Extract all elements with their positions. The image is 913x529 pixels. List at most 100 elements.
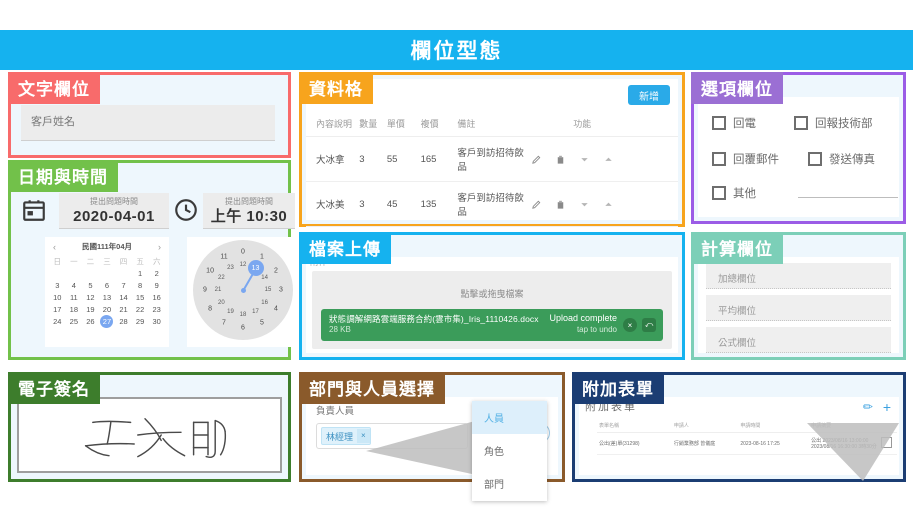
sum-field[interactable]: 加總欄位 [706, 263, 891, 289]
table-row[interactable]: 大冰拿 3 55 165 客戶到訪招待飲品 [306, 136, 678, 182]
uploaded-file-item[interactable]: 狀態調解網路雲端服務合約(雲市集)_Iris_1110426.docx 28 K… [321, 309, 663, 341]
calendar-prev-button[interactable]: ‹ [53, 242, 56, 252]
date-input[interactable]: 提出問題時間 2020-04-01 [59, 193, 169, 229]
calendar-day[interactable]: 7 [115, 279, 132, 291]
calendar-day[interactable]: 1 [132, 267, 149, 279]
clock-hour-outer[interactable]: 0 [241, 249, 245, 256]
clock-face[interactable]: 0 1 2 3 4 5 6 7 8 9 10 11 12 13 14 15 16 17 18 19 20 21 22 23 [193, 240, 293, 340]
calendar-day[interactable]: 2 [148, 267, 165, 279]
menu-item-department[interactable]: 部門 [472, 467, 547, 500]
calendar-next-button[interactable]: › [158, 242, 161, 252]
calendar-day[interactable]: 10 [49, 291, 66, 303]
checkbox-row-send-fax[interactable]: 發送傳真 [808, 151, 875, 167]
calendar-day[interactable]: 12 [82, 291, 99, 303]
calendar-day-selected[interactable]: 27 [99, 315, 116, 328]
clock-hour-inner[interactable]: 15 [265, 287, 272, 293]
calendar-popup[interactable]: ‹ 民國111年04月 › 日一二三四五六 1 2 3 4 5 6 7 8 9 10 11 12 13 14… [45, 237, 169, 347]
calendar-day[interactable]: 6 [99, 279, 116, 291]
checkbox-row-callback[interactable]: 回電 [712, 115, 756, 131]
cell-actions[interactable] [529, 136, 636, 182]
clock-hour-inner[interactable]: 16 [261, 300, 268, 306]
clock-hour-outer[interactable]: 8 [208, 306, 212, 313]
calendar-day[interactable]: 21 [115, 303, 132, 315]
calendar-day[interactable]: 14 [115, 291, 132, 303]
selection-type-menu[interactable]: 人員 角色 部門 [472, 401, 547, 501]
clock-hour-outer[interactable]: 5 [260, 319, 264, 326]
remove-file-icon[interactable]: × [623, 318, 637, 332]
calendar-day[interactable]: 17 [49, 303, 66, 315]
clock-hour-inner[interactable]: 14 [261, 275, 268, 281]
formula-field[interactable]: 公式欄位 [706, 327, 891, 353]
menu-item-person[interactable]: 人員 [472, 401, 547, 434]
calendar-day[interactable]: 9 [148, 279, 165, 291]
row-action-icons[interactable] [531, 199, 633, 210]
move-down-icon [581, 202, 588, 206]
clock-popup[interactable]: 0 1 2 3 4 5 6 7 8 9 10 11 12 13 14 15 16 17 18 19 20 21 22 23 [187, 237, 299, 347]
calendar-day[interactable]: 30 [148, 315, 165, 328]
calendar-day[interactable]: 3 [49, 279, 66, 291]
checkbox-row-tech-report[interactable]: 回報技術部 [794, 115, 873, 131]
calendar-day[interactable]: 29 [132, 315, 149, 328]
calendar-day[interactable]: 19 [82, 303, 99, 315]
clock-hour-inner[interactable]: 17 [252, 309, 259, 315]
clock-hour-outer[interactable]: 3 [279, 287, 283, 294]
clock-hour-inner[interactable]: 12 [240, 262, 247, 268]
clock-hour-inner[interactable]: 20 [218, 300, 225, 306]
calendar-day[interactable]: 25 [66, 315, 83, 328]
clock-hour-inner[interactable]: 18 [240, 312, 247, 318]
checkbox-tech-report-icon[interactable] [794, 116, 808, 130]
row-action-icons[interactable] [531, 154, 633, 165]
add-row-button[interactable]: 新增 [628, 85, 670, 105]
clock-hour-outer[interactable]: 1 [260, 254, 264, 261]
customer-name-input[interactable]: 客戶姓名 [21, 105, 275, 141]
calendar-day[interactable]: 8 [132, 279, 149, 291]
calendar-day[interactable]: 23 [148, 303, 165, 315]
checkbox-row-other[interactable]: 其他 [712, 185, 756, 201]
calendar-day[interactable]: 16 [148, 291, 165, 303]
signature-canvas[interactable] [17, 397, 282, 473]
calendar-day[interactable]: 18 [66, 303, 83, 315]
file-dropzone[interactable]: 點擊或拖曳檔案 狀態調解網路雲端服務合約(雲市集)_Iris_1110426.d… [312, 271, 672, 349]
menu-item-role[interactable]: 角色 [472, 434, 547, 467]
checkbox-row-reply-mail[interactable]: 回覆郵件 [712, 151, 779, 167]
clock-hour-outer[interactable]: 4 [274, 306, 278, 313]
clock-icon [173, 197, 199, 223]
checkbox-reply-mail-icon[interactable] [712, 152, 726, 166]
undo-upload-icon[interactable]: ⤺ [642, 318, 656, 332]
checkbox-send-fax-icon[interactable] [808, 152, 822, 166]
calendar-day[interactable]: 24 [49, 315, 66, 328]
clock-hour-inner[interactable]: 21 [215, 287, 222, 293]
clock-hour-inner[interactable]: 22 [218, 275, 225, 281]
clock-hour-outer[interactable]: 2 [274, 268, 278, 275]
calendar-day[interactable]: 22 [132, 303, 149, 315]
calendar-day[interactable]: 20 [99, 303, 116, 315]
clock-hour-outer[interactable]: 9 [203, 287, 207, 294]
time-input[interactable]: 提出問題時間 上午 10:30 [203, 193, 295, 229]
calendar-week-row: 3456789 [49, 279, 165, 291]
calendar-day[interactable]: 13 [99, 291, 116, 303]
average-field[interactable]: 平均欄位 [706, 295, 891, 321]
clock-hour-outer[interactable]: 11 [220, 254, 227, 261]
attached-form-cone [807, 423, 899, 481]
page-root: 欄位型態 客戶姓名 文字欄位 提出問題時間 2020-04-01 提出問題時間 … [0, 0, 913, 529]
table-row[interactable]: 大冰美 3 45 135 客戶到訪招待飲品 [306, 181, 678, 227]
calendar-day[interactable]: 15 [132, 291, 149, 303]
clock-hour-outer[interactable]: 10 [206, 268, 214, 275]
calendar-day[interactable]: 26 [82, 315, 99, 328]
cell-actions[interactable] [529, 181, 636, 227]
calendar-day[interactable]: 5 [82, 279, 99, 291]
clock-hour-outer[interactable]: 7 [222, 319, 226, 326]
checkbox-callback-icon[interactable] [712, 116, 726, 130]
add-form-icon[interactable]: + [883, 399, 891, 415]
other-option-input[interactable] [798, 197, 898, 198]
checkbox-send-fax-label: 發送傳真 [829, 154, 875, 166]
clock-hour-outer[interactable]: 6 [241, 325, 245, 332]
clock-hour-inner[interactable]: 19 [227, 309, 234, 315]
options-container: 回電 回報技術部 回覆郵件 發送傳真 其他 [698, 97, 899, 217]
calendar-day[interactable]: 11 [66, 291, 83, 303]
edit-icon[interactable]: ✏ [863, 400, 873, 414]
checkbox-other-icon[interactable] [712, 186, 726, 200]
calendar-day[interactable]: 28 [115, 315, 132, 328]
calendar-day[interactable]: 4 [66, 279, 83, 291]
clock-hour-inner[interactable]: 23 [227, 265, 234, 271]
